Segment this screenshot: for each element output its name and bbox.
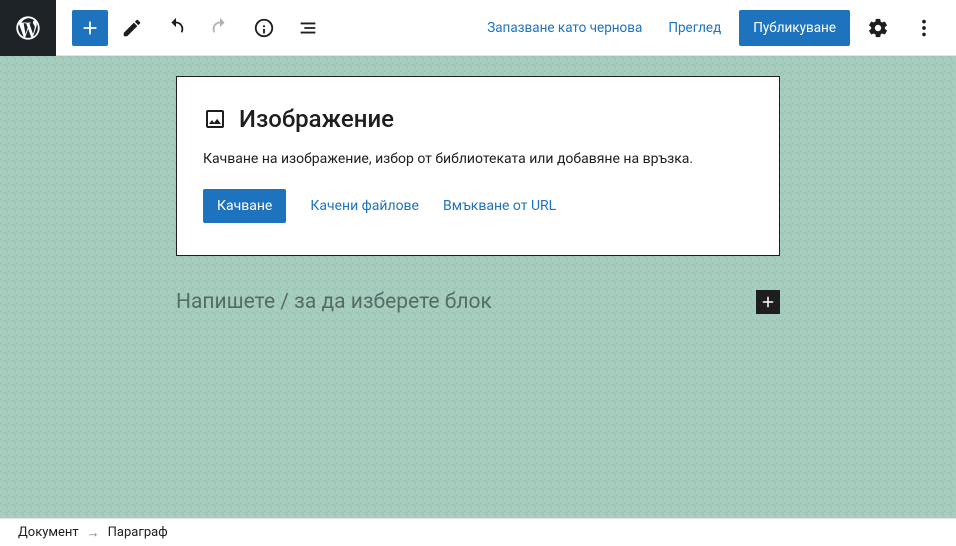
paragraph-placeholder[interactable]: Напишете / за да изберете блок [176,290,492,314]
gear-icon [867,17,889,39]
undo-icon [165,17,187,39]
wordpress-icon [14,14,42,42]
toolbar-left [56,8,328,48]
inline-add-block-button[interactable] [756,290,780,314]
breadcrumb-arrow-icon: → [87,525,100,541]
tools-button[interactable] [112,8,152,48]
media-library-button[interactable]: Качени файлове [310,198,419,214]
image-block-description: Качване на изображение, избор от библиот… [203,151,753,167]
toolbar-right: Запазване като чернова Преглед Публикува… [479,10,956,46]
preview-button[interactable]: Преглед [660,12,729,44]
redo-icon [209,17,231,39]
more-vertical-icon [913,17,935,39]
editor-canvas: Изображение Качване на изображение, избо… [0,56,956,518]
wordpress-logo[interactable] [0,0,56,56]
undo-button[interactable] [156,8,196,48]
image-block-header: Изображение [203,105,753,133]
image-block-actions: Качване Качени файлове Вмъкване от URL [203,189,753,223]
pencil-icon [121,17,143,39]
breadcrumb-current[interactable]: Параграф [108,525,168,540]
plus-icon [79,17,101,39]
info-button[interactable] [244,8,284,48]
upload-button[interactable]: Качване [203,189,286,223]
settings-button[interactable] [860,10,896,46]
image-block-title: Изображение [239,105,394,133]
redo-button[interactable] [200,8,240,48]
insert-from-url-button[interactable]: Вмъкване от URL [443,198,556,214]
breadcrumb: Документ → Параграф [0,518,956,546]
paragraph-block[interactable]: Напишете / за да изберете блок [176,290,780,314]
plus-icon [759,293,777,311]
more-options-button[interactable] [906,10,942,46]
image-block-placeholder[interactable]: Изображение Качване на изображение, избо… [176,76,780,256]
canvas-inner: Изображение Качване на изображение, избо… [88,76,868,314]
save-draft-button[interactable]: Запазване като чернова [479,12,650,44]
editor-topbar: Запазване като чернова Преглед Публикува… [0,0,956,56]
add-block-button[interactable] [72,10,108,46]
info-icon [253,17,275,39]
breadcrumb-root[interactable]: Документ [18,525,79,540]
outline-button[interactable] [288,8,328,48]
publish-button[interactable]: Публикуване [739,10,850,46]
list-view-icon [297,17,319,39]
image-icon [203,107,227,131]
